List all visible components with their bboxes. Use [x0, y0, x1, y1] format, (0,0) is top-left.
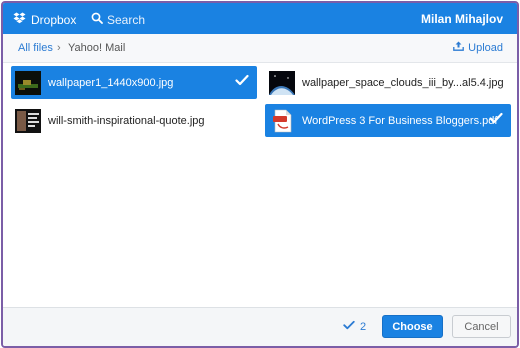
checkmark-icon — [489, 112, 503, 127]
dropbox-logo-icon — [13, 12, 26, 27]
file-name: will-smith-inspirational-quote.jpg — [48, 114, 205, 127]
file-item-wallpaper-space-clouds[interactable]: wallpaper_space_clouds_iii_by...al5.4.jp… — [265, 66, 511, 99]
file-grid: wallpaper1_1440x900.jpg wallpaper_space_… — [3, 63, 517, 309]
chooser-dialog: Dropbox Search Milan Mihajlov All files … — [1, 1, 519, 348]
footer-bar: 2 Choose Cancel — [3, 307, 517, 346]
selection-count[interactable]: 2 — [343, 320, 366, 333]
top-bar: Dropbox Search Milan Mihajlov — [3, 3, 517, 34]
checkmark-icon — [235, 74, 249, 89]
file-item-will-smith-quote[interactable]: will-smith-inspirational-quote.jpg — [11, 104, 257, 137]
breadcrumb-all-files-link[interactable]: All files — [18, 42, 53, 54]
search-button[interactable]: Search — [91, 12, 145, 27]
file-thumbnail — [15, 70, 41, 95]
choose-button[interactable]: Choose — [382, 315, 443, 338]
upload-icon — [453, 41, 464, 54]
file-name: WordPress 3 For Business Bloggers.pdf — [302, 114, 498, 127]
dropbox-brand[interactable]: Dropbox — [13, 12, 76, 27]
file-thumbnail — [269, 70, 295, 95]
file-item-wallpaper1[interactable]: wallpaper1_1440x900.jpg — [11, 66, 257, 99]
breadcrumb-separator: › — [57, 42, 61, 54]
user-name[interactable]: Milan Mihajlov — [421, 12, 503, 26]
breadcrumb-current-folder: Yahoo! Mail — [68, 42, 126, 54]
breadcrumb: All files › Yahoo! Mail Upload — [3, 34, 517, 63]
file-thumbnail — [15, 108, 41, 133]
pdf-file-icon — [269, 109, 295, 133]
checkmark-icon — [343, 320, 355, 333]
cancel-button[interactable]: Cancel — [452, 315, 511, 338]
upload-button[interactable]: Upload — [453, 41, 503, 54]
upload-label: Upload — [468, 41, 503, 54]
selection-count-value: 2 — [360, 320, 367, 333]
file-name: wallpaper1_1440x900.jpg — [48, 76, 174, 89]
brand-label: Dropbox — [31, 12, 77, 27]
search-icon — [91, 12, 103, 27]
file-item-wordpress-pdf[interactable]: WordPress 3 For Business Bloggers.pdf — [265, 104, 511, 137]
search-label: Search — [107, 12, 146, 27]
file-name: wallpaper_space_clouds_iii_by...al5.4.jp… — [302, 76, 504, 89]
